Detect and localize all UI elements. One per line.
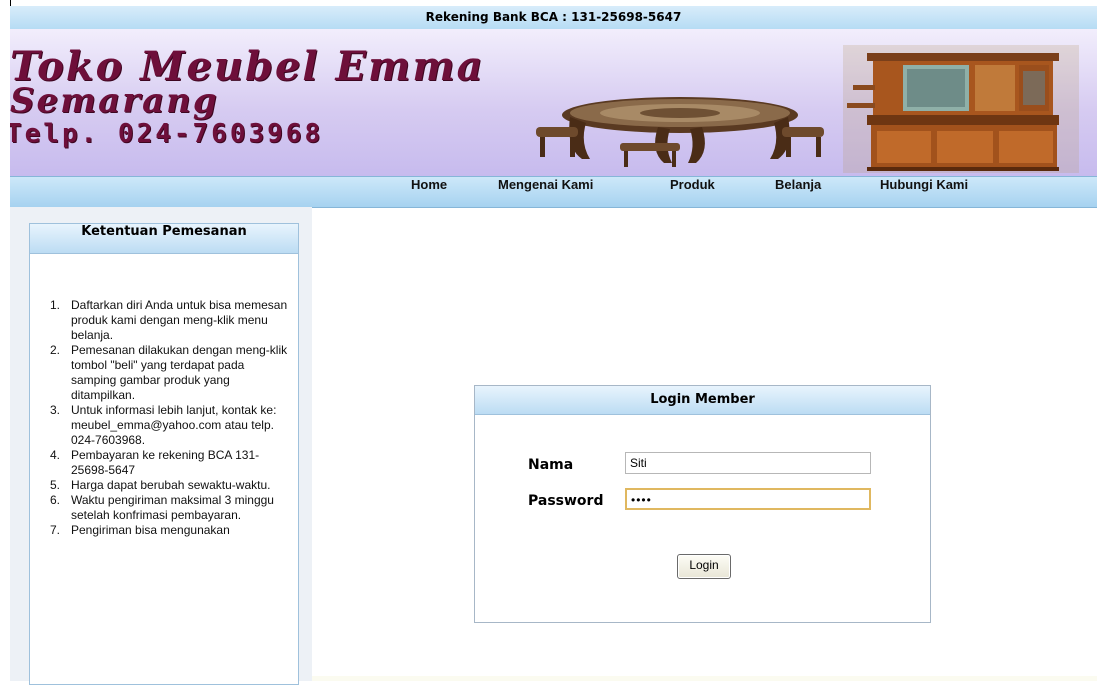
login-button[interactable]: Login [677, 554, 731, 579]
list-item: 6. Waktu pengiriman maksimal 3 minggu set… [50, 493, 274, 522]
bank-account-bar: Rekening Bank BCA : 131-25698-5647 [10, 6, 1097, 30]
list-item: 1. Daftarkan diri Anda untuk bisa memesan… [50, 298, 288, 342]
brand-phone: Telp. 024-7603968 [10, 119, 324, 149]
order-terms-list: 1. Daftarkan diri Anda untuk bisa memesan… [30, 298, 298, 538]
nav-contact[interactable]: Hubungi Kami [880, 177, 968, 207]
bottom-strip [312, 676, 1097, 681]
password-label: Password [528, 493, 604, 509]
nav-products[interactable]: Produk [670, 177, 715, 207]
list-item: 2. Pemesanan dilakukan dengan meng-klik t… [50, 343, 288, 402]
login-title: Login Member [475, 386, 930, 415]
carved-table-image [536, 97, 824, 167]
password-field[interactable]: •••• [625, 488, 871, 510]
list-item: 4. Pembayaran ke rekening BCA 131-25698-5… [50, 448, 260, 477]
list-item: 5. Harga dapat berubah sewaktu-waktu. [50, 478, 271, 492]
main-nav: Home Mengenai Kami Produk Belanja Hubung… [10, 176, 1097, 208]
order-terms-title: Ketentuan Pemesanan [30, 224, 298, 254]
list-item: 3. Untuk informasi lebih lanjut, kontak k… [50, 403, 277, 447]
order-terms-panel: Ketentuan Pemesanan 1. Daftarkan diri And… [29, 223, 299, 685]
nav-about[interactable]: Mengenai Kami [498, 177, 593, 207]
list-item: 7. Pengiriman bisa mengunakan [50, 523, 230, 537]
login-panel: Login Member Nama Siti Password •••• Log… [474, 385, 931, 623]
nav-home[interactable]: Home [411, 177, 447, 207]
header-banner: Toko Meubel Emma Semarang Telp. 024-7603… [10, 29, 1097, 176]
cabinet-image [843, 45, 1079, 173]
name-field[interactable]: Siti [625, 452, 871, 474]
nav-shop[interactable]: Belanja [775, 177, 821, 207]
name-label: Nama [528, 457, 574, 473]
page: Rekening Bank BCA : 131-25698-5647 Toko … [0, 0, 1097, 685]
brand-city: Semarang [10, 81, 219, 121]
